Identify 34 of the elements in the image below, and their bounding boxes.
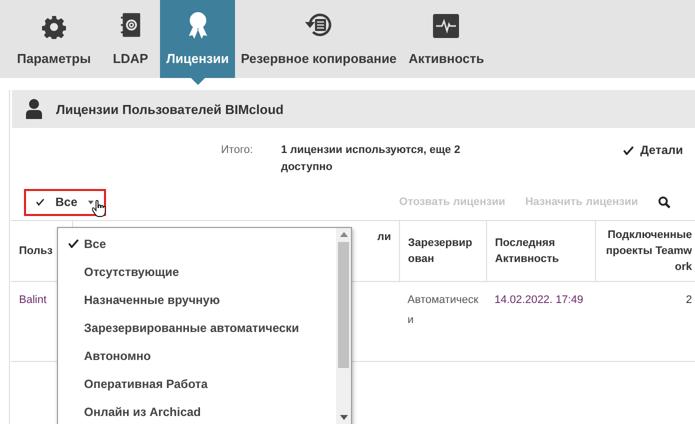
column-header: Подключенные проекты Teamwork [596,220,695,282]
search-icon[interactable] [658,196,671,208]
table-cell: 14.02.2022. 17:49 [494,294,584,306]
menu-item[interactable]: Автономно [58,342,336,370]
summary-label: Итого: [221,143,254,158]
table-cell: Balint [19,294,47,306]
menu-item[interactable]: Назначенные вручную [58,286,336,314]
menu-item[interactable]: Оперативная Работа [58,370,336,398]
scroll-thumb[interactable] [338,242,349,368]
table-cell: 2 [686,294,692,306]
gear-icon [42,15,66,39]
panel-title: Лицензии Пользователей BIMcloud [56,102,284,116]
menu-item[interactable]: Онлайн из Archicad [58,398,336,424]
check-icon [36,197,44,207]
summary-text: 1 лицензии используются, еще 2 доступно [281,143,462,175]
tab[interactable]: Активность [402,0,490,78]
tab[interactable]: Резервное копирование [234,0,403,78]
tab[interactable]: LDAP [106,0,154,78]
hand-cursor-icon [92,200,106,218]
details-toggle[interactable]: Детали [623,142,683,159]
backup-icon [304,11,334,39]
address-book-icon [120,11,142,39]
menu-item[interactable]: Зарезервированные автоматически [58,314,336,342]
scroll-down-icon[interactable] [340,415,348,420]
ribbon-icon [186,11,209,39]
check-icon [623,146,634,155]
activity-monitor-icon [432,13,460,39]
scroll-up-icon[interactable] [340,232,348,237]
column-header: Последняя Активность [486,220,596,282]
column-header: Зарезервирован [400,220,486,282]
table-cell: Автоматически [408,294,478,326]
user-icon [26,98,42,120]
tab[interactable]: Параметры [11,0,97,78]
caret-icon [88,200,94,204]
